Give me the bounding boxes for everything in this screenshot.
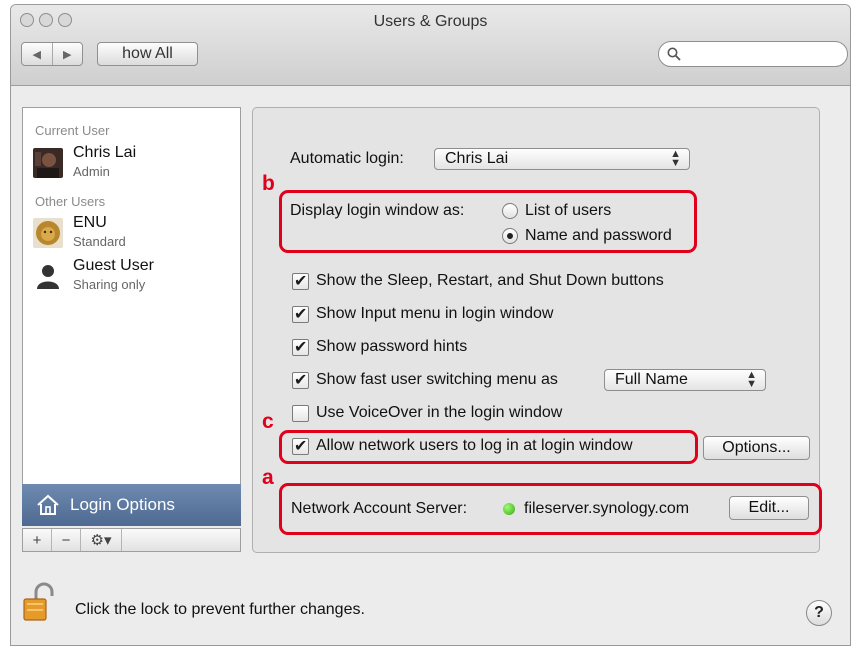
title-bar: Users & Groups ◀ ▶ how All (11, 5, 850, 86)
checkbox-show-password-hints[interactable] (292, 337, 309, 357)
checkbox-allow-network-users[interactable] (292, 436, 309, 456)
edit-button[interactable]: Edit... (729, 496, 809, 520)
annotation-marker-c: c (262, 410, 274, 433)
checkbox-fast-user-switching[interactable] (292, 370, 309, 390)
house-icon (37, 494, 59, 515)
sidebar-toolbar: + − ⚙▾ (22, 528, 241, 552)
user-role: Admin (73, 164, 110, 179)
search-icon (667, 47, 681, 61)
user-row-current[interactable]: Chris Lai Admin (33, 144, 238, 184)
annotation-marker-b: b (262, 172, 275, 195)
checkbox-label: Allow network users to log in at login w… (316, 437, 633, 454)
users-list: Current User Chris Lai Admin Other Users… (22, 107, 241, 490)
user-row-enu[interactable]: ENU Standard (33, 214, 238, 254)
current-user-header: Current User (35, 123, 110, 138)
checkbox-show-sleep-restart-shutdown[interactable] (292, 271, 309, 291)
back-button[interactable]: ◀ (22, 43, 52, 65)
radio-name-and-password[interactable] (502, 228, 518, 244)
user-row-guest[interactable]: Guest User Sharing only (33, 257, 238, 297)
login-options-item[interactable]: Login Options (22, 484, 241, 526)
add-user-button[interactable]: + (23, 529, 52, 551)
lock-icon[interactable] (22, 582, 56, 622)
search-input[interactable] (685, 45, 839, 63)
radio-list-of-users[interactable] (502, 203, 518, 219)
user-photo-icon (33, 148, 63, 178)
annotation-marker-a: a (262, 466, 274, 489)
show-all-button[interactable]: how All (97, 42, 198, 66)
network-server-label: Network Account Server: (291, 500, 468, 517)
person-silhouette-icon (37, 265, 59, 289)
action-menu-button[interactable]: ⚙▾ (81, 529, 122, 551)
user-name: ENU (73, 214, 107, 231)
search-field[interactable] (658, 41, 848, 67)
window-title: Users & Groups (373, 13, 488, 30)
radio-list-of-users-label: List of users (525, 202, 612, 219)
popup-arrows-icon: ▲ ▼ (670, 148, 681, 169)
checkbox-label: Show password hints (316, 338, 468, 355)
user-role: Sharing only (73, 277, 146, 292)
checkbox-label: Use VoiceOver in the login window (316, 404, 563, 421)
user-role: Standard (73, 234, 126, 249)
checkbox-label: Show fast user switching menu as (316, 371, 558, 388)
checkbox-show-input-menu[interactable] (292, 304, 309, 324)
display-login-label: Display login window as: (290, 202, 465, 219)
network-server-value: fileserver.synology.com (524, 500, 690, 517)
options-button[interactable]: Options... (703, 436, 810, 460)
automatic-login-popup[interactable]: Chris Lai ▲ ▼ (434, 148, 690, 170)
automatic-login-value: Chris Lai (445, 150, 509, 167)
lion-avatar-icon (33, 218, 63, 248)
other-users-header: Other Users (35, 194, 106, 209)
login-options-label: Login Options (70, 495, 175, 514)
checkbox-label: Show Input menu in login window (316, 305, 554, 322)
radio-name-and-password-label: Name and password (525, 227, 672, 244)
back-forward-control: ◀ ▶ (21, 42, 83, 66)
checkbox-use-voiceover[interactable] (292, 405, 309, 422)
lock-message: Click the lock to prevent further change… (75, 601, 365, 618)
fast-user-switching-value: Full Name (615, 371, 688, 388)
checkbox-label: Show the Sleep, Restart, and Shut Down b… (316, 272, 664, 289)
user-name: Guest User (73, 257, 154, 274)
forward-button[interactable]: ▶ (51, 43, 83, 65)
user-name: Chris Lai (73, 144, 137, 161)
help-button[interactable]: ? (806, 600, 832, 626)
remove-user-button[interactable]: − (52, 529, 81, 551)
automatic-login-label: Automatic login: (290, 150, 404, 167)
popup-arrows-icon: ▲ ▼ (746, 369, 757, 390)
status-dot-icon (503, 503, 515, 515)
fast-user-switching-popup[interactable]: Full Name ▲ ▼ (604, 369, 766, 391)
